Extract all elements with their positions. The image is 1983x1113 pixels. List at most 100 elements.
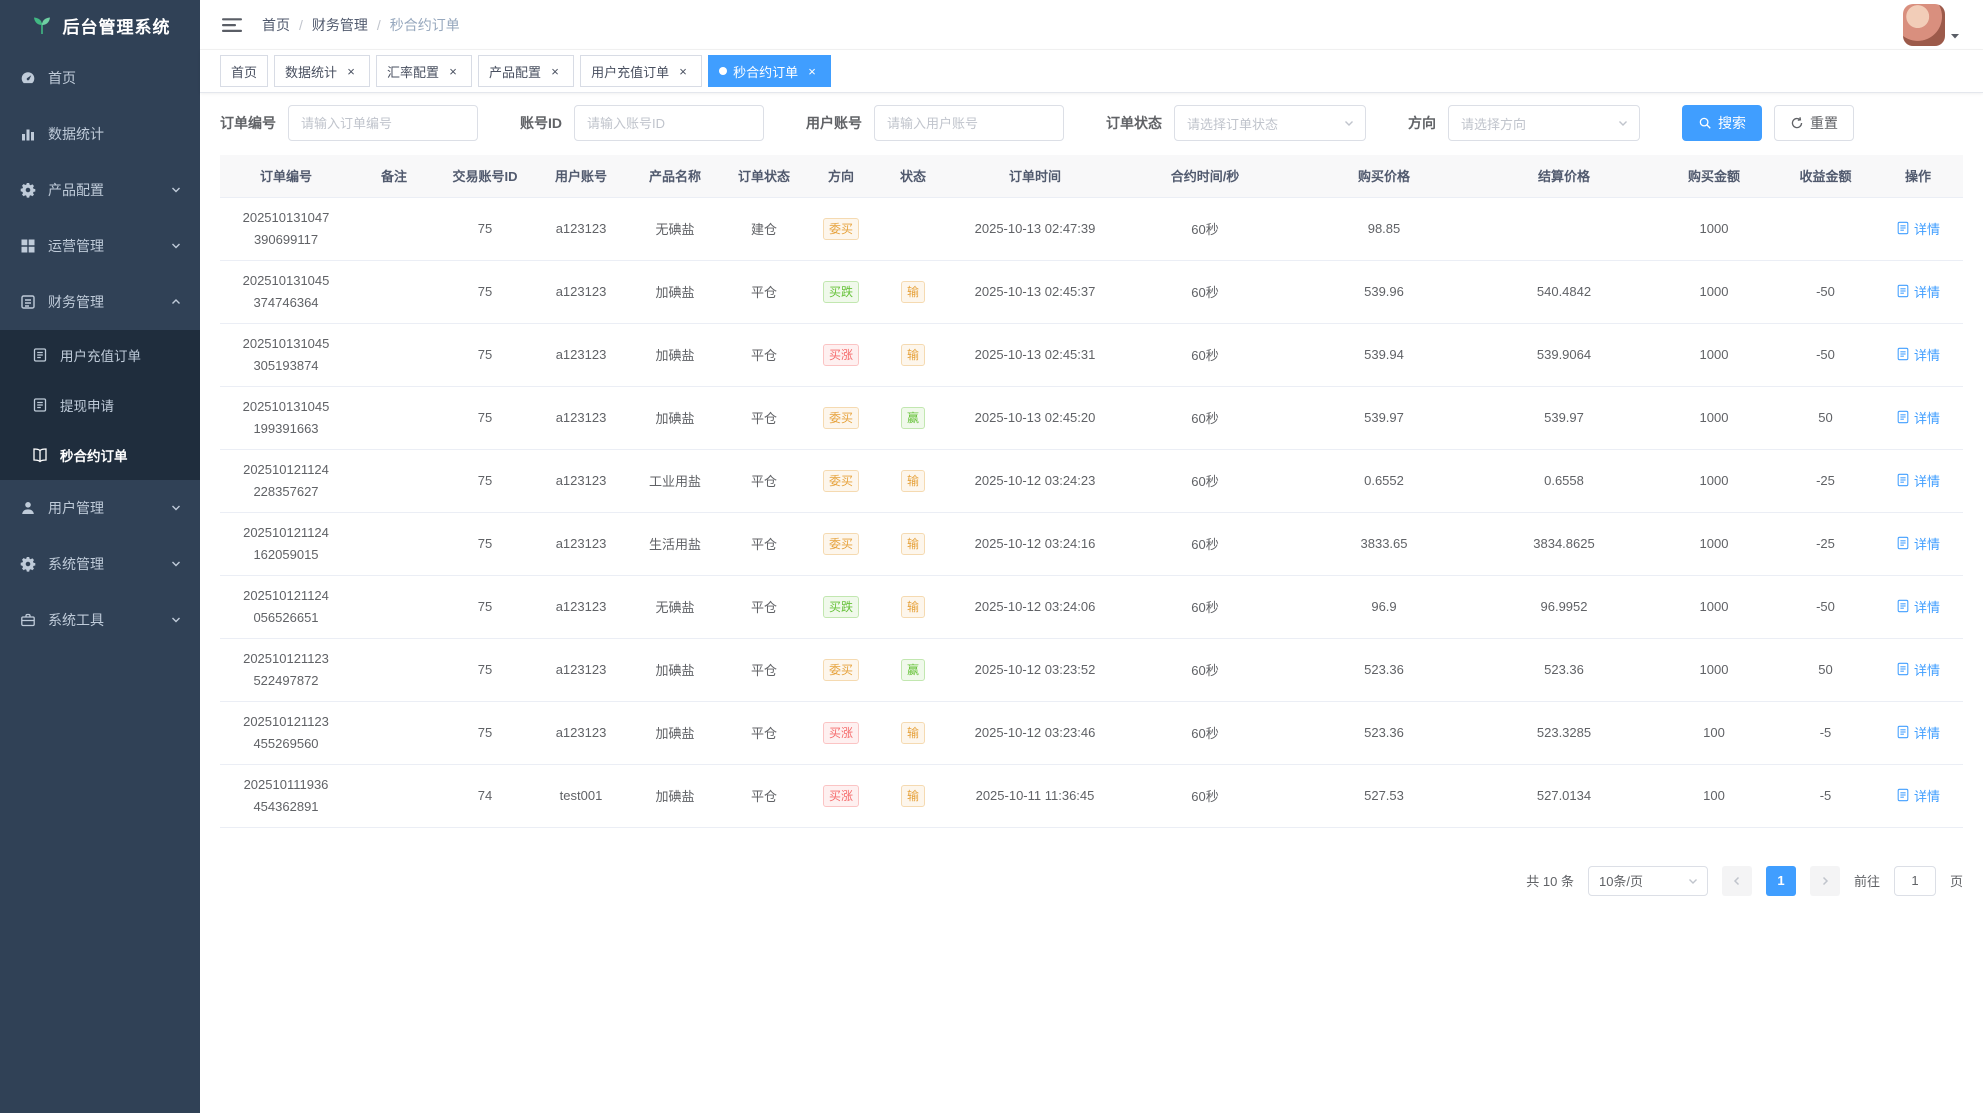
- order-no-input[interactable]: [288, 105, 478, 141]
- gear-icon: [20, 182, 36, 198]
- document-icon: [32, 397, 48, 413]
- status-tag: 输: [901, 596, 925, 618]
- sidebar-item-product-config[interactable]: 产品配置: [0, 162, 200, 218]
- sidebar-item-system-tools[interactable]: 系统工具: [0, 592, 200, 648]
- detail-link[interactable]: 详情: [1896, 786, 1940, 805]
- product-name-cell: 无碘盐: [628, 197, 722, 260]
- account-id-input[interactable]: [574, 105, 764, 141]
- detail-link[interactable]: 详情: [1896, 723, 1940, 742]
- user-account-cell: a123123: [534, 512, 628, 575]
- reset-button[interactable]: 重置: [1774, 105, 1854, 141]
- briefcase-icon: [20, 612, 36, 628]
- action-cell: 详情: [1873, 386, 1963, 449]
- detail-link[interactable]: 详情: [1896, 471, 1940, 490]
- col-order-time: 订单时间: [950, 155, 1120, 197]
- sidebar-item-withdrawal-requests[interactable]: 提现申请: [0, 380, 200, 430]
- user-account-input[interactable]: [874, 105, 1064, 141]
- detail-link[interactable]: 详情: [1896, 660, 1940, 679]
- avatar[interactable]: [1903, 4, 1945, 46]
- order-status-select[interactable]: 请选择订单状态: [1174, 105, 1366, 141]
- sidebar-item-label: 运营管理: [48, 236, 104, 256]
- trade-account-id-cell: 75: [436, 512, 534, 575]
- user-account-cell: test001: [534, 764, 628, 827]
- tab-data-statistics[interactable]: 数据统计 ×: [274, 55, 370, 87]
- sidebar-item-label: 首页: [48, 68, 76, 88]
- order-time-cell: 2025-10-12 03:24:06: [950, 575, 1120, 638]
- profit-cell: -50: [1778, 260, 1873, 323]
- user-account-cell: a123123: [534, 197, 628, 260]
- buy-price-cell: 3833.65: [1290, 512, 1478, 575]
- sidebar-item-seconds-contract-orders[interactable]: 秒合约订单: [0, 430, 200, 480]
- user-menu[interactable]: [1903, 4, 1961, 46]
- col-settle-price: 结算价格: [1478, 155, 1650, 197]
- search-button-label: 搜索: [1718, 113, 1746, 133]
- next-page-button[interactable]: [1810, 866, 1840, 896]
- sidebar-item-home[interactable]: 首页: [0, 50, 200, 106]
- order-time-cell: 2025-10-11 11:36:45: [950, 764, 1120, 827]
- table-header-row: 订单编号 备注 交易账号ID 用户账号 产品名称 订单状态 方向 状态 订单时间…: [220, 155, 1963, 197]
- direction-cell: 买涨: [806, 764, 876, 827]
- bar-chart-icon: [20, 126, 36, 142]
- sidebar-item-data-statistics[interactable]: 数据统计: [0, 106, 200, 162]
- order-status-cell: 建仓: [722, 197, 806, 260]
- detail-link[interactable]: 详情: [1896, 534, 1940, 553]
- filter-label: 订单编号: [220, 113, 276, 133]
- tab-label: 汇率配置: [387, 62, 439, 81]
- tab-label: 用户充值订单: [591, 62, 669, 81]
- tab-label: 产品配置: [489, 62, 541, 81]
- settle-price-cell: 96.9952: [1478, 575, 1650, 638]
- tab-home[interactable]: 首页: [220, 55, 268, 87]
- page-size-select[interactable]: 10条/页: [1588, 866, 1708, 896]
- remark-cell: [352, 701, 436, 764]
- prev-page-button[interactable]: [1722, 866, 1752, 896]
- tab-exchange-rate-config[interactable]: 汇率配置 ×: [376, 55, 472, 87]
- tab-product-config[interactable]: 产品配置 ×: [478, 55, 574, 87]
- sidebar-item-operation-management[interactable]: 运营管理: [0, 218, 200, 274]
- detail-link[interactable]: 详情: [1896, 282, 1940, 301]
- breadcrumb-home[interactable]: 首页: [262, 15, 290, 35]
- detail-link[interactable]: 详情: [1896, 345, 1940, 364]
- col-remark: 备注: [352, 155, 436, 197]
- direction-select[interactable]: 请选择方向: [1448, 105, 1640, 141]
- breadcrumb-finance[interactable]: 财务管理: [312, 15, 368, 35]
- sidebar-item-system-management[interactable]: 系统管理: [0, 536, 200, 592]
- remark-cell: [352, 197, 436, 260]
- page-number-button[interactable]: 1: [1766, 866, 1796, 896]
- close-icon[interactable]: ×: [547, 63, 563, 79]
- tab-recharge-orders[interactable]: 用户充值订单 ×: [580, 55, 702, 87]
- close-icon[interactable]: ×: [445, 63, 461, 79]
- col-order-status: 订单状态: [722, 155, 806, 197]
- hamburger-icon[interactable]: [222, 15, 242, 35]
- detail-link[interactable]: 详情: [1896, 408, 1940, 427]
- buy-price-cell: 96.9: [1290, 575, 1478, 638]
- sidebar-menu: 首页 数据统计 产品配置 运营管理 财务管理: [0, 50, 200, 648]
- close-icon[interactable]: ×: [343, 63, 359, 79]
- sidebar-item-recharge-orders[interactable]: 用户充值订单: [0, 330, 200, 380]
- sidebar-item-user-management[interactable]: 用户管理: [0, 480, 200, 536]
- buy-price-cell: 523.36: [1290, 638, 1478, 701]
- goto-page-input[interactable]: [1894, 866, 1936, 896]
- close-icon[interactable]: ×: [804, 63, 820, 79]
- detail-link[interactable]: 详情: [1896, 219, 1940, 238]
- trade-account-id-cell: 75: [436, 701, 534, 764]
- direction-tag: 买涨: [823, 722, 859, 744]
- remark-cell: [352, 323, 436, 386]
- search-button[interactable]: 搜索: [1682, 105, 1762, 141]
- table-row: 20251013104519939166375a123123加碘盐平仓委买赢20…: [220, 386, 1963, 449]
- detail-link[interactable]: 详情: [1896, 597, 1940, 616]
- col-buy-price: 购买价格: [1290, 155, 1478, 197]
- detail-link-label: 详情: [1914, 219, 1940, 238]
- contract-time-cell: 60秒: [1120, 575, 1290, 638]
- order-status-cell: 平仓: [722, 512, 806, 575]
- settle-price-cell: 540.4842: [1478, 260, 1650, 323]
- direction-cell: 委买: [806, 512, 876, 575]
- finance-icon: [20, 294, 36, 310]
- status-cell: 输: [876, 764, 950, 827]
- tab-seconds-contract-orders[interactable]: 秒合约订单 ×: [708, 55, 831, 87]
- contract-time-cell: 60秒: [1120, 701, 1290, 764]
- close-icon[interactable]: ×: [675, 63, 691, 79]
- filter-label: 用户账号: [806, 113, 862, 133]
- chevron-up-icon: [170, 296, 182, 308]
- sidebar-item-finance-management[interactable]: 财务管理: [0, 274, 200, 330]
- dashboard-icon: [20, 70, 36, 86]
